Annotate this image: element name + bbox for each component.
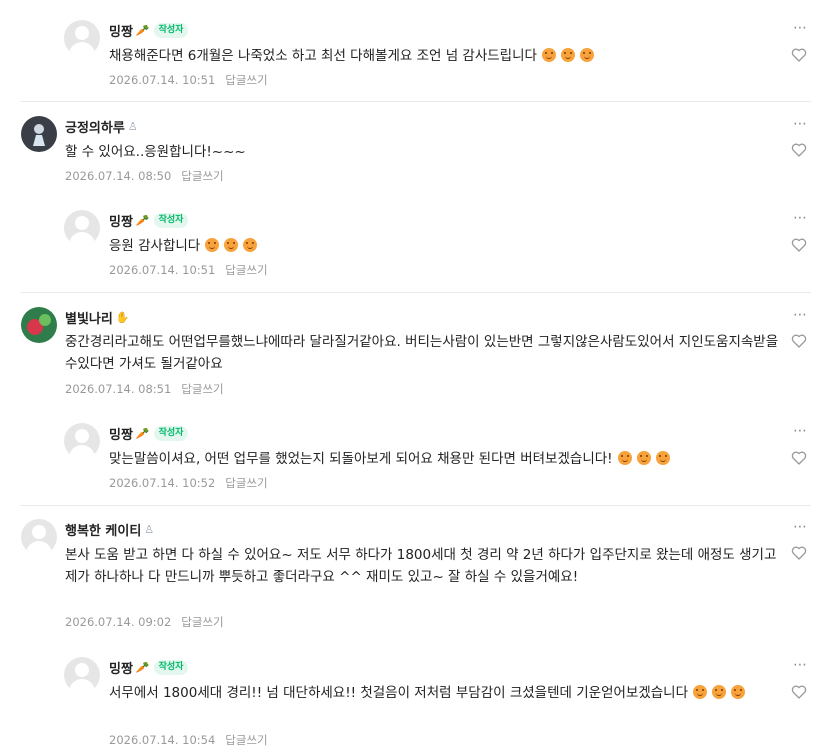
comment-text: 채용해준다면 6개월은 나죽었소 하고 최선 다해볼게요 조언 넘 감사드립니다 (109, 45, 769, 67)
divider (20, 505, 811, 506)
more-icon[interactable]: ⋯ (793, 20, 807, 36)
comment-header: 밍짱 🥕 작성자 (109, 658, 189, 677)
nickname[interactable]: 긍정의하루 (65, 117, 125, 136)
avatar[interactable] (21, 116, 57, 152)
comment-date: 2026.07.14. 09:02 (65, 615, 172, 629)
profile-photo-icon (27, 314, 51, 335)
heart-icon[interactable] (791, 47, 807, 63)
smile-emoji-icon (693, 685, 708, 699)
nickname[interactable]: 밍짱 (109, 21, 133, 40)
carrot-badge-icon: 🥕 (135, 213, 150, 227)
carrot-badge-icon: 🥕 (135, 660, 150, 674)
author-tag: 작성자 (153, 425, 189, 441)
more-icon[interactable]: ⋯ (793, 657, 807, 673)
smile-emoji-icon (617, 451, 632, 465)
smile-emoji-icon (579, 48, 594, 62)
author-tag: 작성자 (153, 22, 189, 38)
smile-emoji-icon (224, 238, 239, 252)
comment-header: 밍짱 🥕 작성자 (109, 21, 189, 40)
more-icon[interactable]: ⋯ (793, 116, 807, 132)
smile-emoji-icon (541, 48, 556, 62)
level-badge-icon: ✋ (115, 310, 130, 324)
avatar[interactable] (21, 519, 57, 555)
comment-date: 2026.07.14. 10:54 (109, 733, 216, 747)
comment-text: 본사 도움 받고 하면 다 하실 수 있어요~ 저도 서무 하다가 1800세대… (65, 544, 780, 588)
comment-date: 2026.07.14. 08:50 (65, 169, 172, 183)
nickname[interactable]: 밍짱 (109, 658, 133, 677)
comment-text: 할 수 있어요..응원합니다!~~~ (65, 141, 765, 163)
reply-button[interactable]: 답글쓰기 (181, 169, 223, 183)
smile-emoji-icon (560, 48, 575, 62)
comment-header: 밍짱 🥕 작성자 (109, 424, 189, 443)
level-badge-icon: ♙ (127, 119, 138, 133)
author-tag: 작성자 (153, 212, 189, 228)
reply-button[interactable]: 답글쓰기 (225, 476, 267, 490)
comment-meta: 2026.07.14. 10:52 답글쓰기 (109, 475, 268, 491)
heart-icon[interactable] (791, 237, 807, 253)
comment-meta: 2026.07.14. 10:54 답글쓰기 (109, 732, 268, 748)
reply-button[interactable]: 답글쓰기 (181, 615, 223, 629)
comment-meta: 2026.07.14. 09:02 답글쓰기 (65, 614, 224, 630)
divider (20, 101, 811, 102)
nickname[interactable]: 행복한 케이티 (65, 520, 141, 539)
comment-text: 중간경리라고해도 어떤업무를했느냐에따라 달라질거같아요. 버티는사람이 있는반… (65, 331, 780, 375)
author-tag: 작성자 (153, 659, 189, 675)
divider (20, 292, 811, 293)
avatar[interactable] (64, 210, 100, 246)
more-icon[interactable]: ⋯ (793, 210, 807, 226)
avatar[interactable] (64, 657, 100, 693)
smile-emoji-icon (243, 238, 258, 252)
comment-meta: 2026.07.14. 08:51 답글쓰기 (65, 381, 224, 397)
smile-emoji-icon (205, 238, 220, 252)
comment-header: 별빛나리 ✋ (65, 308, 130, 327)
reply-button[interactable]: 답글쓰기 (225, 263, 267, 277)
comment-text: 응원 감사합니다 (109, 235, 769, 257)
reply-button[interactable]: 답글쓰기 (181, 382, 223, 396)
nickname[interactable]: 밍짱 (109, 424, 133, 443)
heart-icon[interactable] (791, 684, 807, 700)
reply-button[interactable]: 답글쓰기 (225, 733, 267, 747)
level-badge-icon: ♙ (144, 522, 155, 536)
comment-date: 2026.07.14. 10:52 (109, 476, 216, 490)
avatar[interactable] (21, 307, 57, 343)
comment-text-body: 서무에서 1800세대 경리!! 넘 대단하세요!! 첫걸음이 저처럼 부담감이… (109, 685, 689, 701)
carrot-badge-icon: 🥕 (135, 23, 150, 37)
comment-text-body: 본사 도움 받고 하면 다 하실 수 있어요~ 저도 서무 하다가 1800세대… (65, 547, 777, 585)
more-icon[interactable]: ⋯ (793, 423, 807, 439)
comment-text-body: 채용해준다면 6개월은 나죽었소 하고 최선 다해볼게요 조언 넘 감사드립니다 (109, 48, 537, 64)
comment-header: 밍짱 🥕 작성자 (109, 211, 189, 230)
avatar[interactable] (64, 20, 100, 56)
heart-icon[interactable] (791, 142, 807, 158)
more-icon[interactable]: ⋯ (793, 519, 807, 535)
comment-date: 2026.07.14. 10:51 (109, 73, 216, 87)
comment-text-body: 맞는말씀이셔요, 어떤 업무를 했었는지 되돌아보게 되어요 채용만 된다면 버… (109, 451, 613, 467)
comment-header: 긍정의하루 ♙ (65, 117, 138, 136)
comment-text: 서무에서 1800세대 경리!! 넘 대단하세요!! 첫걸음이 저처럼 부담감이… (109, 682, 779, 704)
more-icon[interactable]: ⋯ (793, 307, 807, 323)
carrot-badge-icon: 🥕 (135, 426, 150, 440)
comment-meta: 2026.07.14. 08:50 답글쓰기 (65, 168, 224, 184)
comment-header: 행복한 케이티 ♙ (65, 520, 155, 539)
avatar[interactable] (64, 423, 100, 459)
comment-text-body: 중간경리라고해도 어떤업무를했느냐에따라 달라질거같아요. 버티는사람이 있는반… (65, 334, 779, 372)
smile-emoji-icon (636, 451, 651, 465)
nickname[interactable]: 밍짱 (109, 211, 133, 230)
heart-icon[interactable] (791, 545, 807, 561)
smile-emoji-icon (731, 685, 746, 699)
comment-meta: 2026.07.14. 10:51 답글쓰기 (109, 262, 268, 278)
nickname[interactable]: 별빛나리 (65, 308, 113, 327)
smile-emoji-icon (712, 685, 727, 699)
comment-date: 2026.07.14. 10:51 (109, 263, 216, 277)
comment-text-body: 응원 감사합니다 (109, 238, 201, 254)
comment-date: 2026.07.14. 08:51 (65, 382, 172, 396)
comment-text-body: 할 수 있어요..응원합니다!~~~ (65, 144, 246, 160)
comment-text: 맞는말씀이셔요, 어떤 업무를 했었는지 되돌아보게 되어요 채용만 된다면 버… (109, 448, 789, 470)
comment-meta: 2026.07.14. 10:51 답글쓰기 (109, 72, 268, 88)
smile-emoji-icon (655, 451, 670, 465)
reply-button[interactable]: 답글쓰기 (225, 73, 267, 87)
heart-icon[interactable] (791, 333, 807, 349)
heart-icon[interactable] (791, 450, 807, 466)
profile-photo-icon (33, 124, 45, 146)
